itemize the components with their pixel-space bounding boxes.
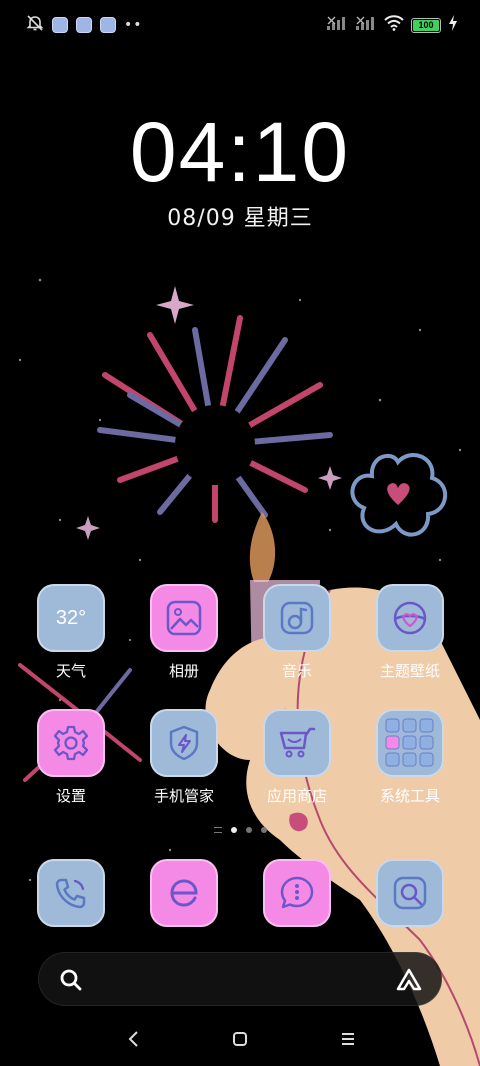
browser-icon[interactable]: [150, 859, 218, 927]
app-label: 设置: [55, 787, 86, 805]
navigation-bar: [0, 1012, 480, 1066]
app-label: 相册: [168, 662, 199, 680]
wifi-icon: [384, 15, 404, 35]
settings-gear-icon[interactable]: [37, 709, 105, 777]
pager-dot-active: [230, 827, 237, 833]
pager-dot: [245, 827, 252, 833]
notification-icon: [100, 17, 116, 33]
battery-icon: 100: [411, 17, 441, 33]
signal-off-icon: [355, 15, 377, 35]
app-themes[interactable]: 主题壁纸: [355, 584, 465, 681]
themes-icon[interactable]: [376, 584, 444, 652]
folder-icon[interactable]: [376, 709, 444, 777]
pager-lines-icon: [213, 827, 222, 833]
gallery-icon[interactable]: [150, 584, 218, 652]
dock-camera[interactable]: [355, 859, 465, 927]
charging-icon: [448, 15, 458, 35]
app-label: 天气: [55, 662, 86, 680]
more-dots-icon: ••: [124, 17, 143, 33]
app-system-tools-folder[interactable]: 系统工具: [355, 709, 465, 806]
pager-dot: [260, 827, 267, 833]
menu-icon[interactable]: [333, 1026, 363, 1052]
music-icon[interactable]: [263, 584, 331, 652]
app-label: 应用商店: [266, 787, 327, 805]
app-label: 系统工具: [379, 787, 440, 805]
app-security[interactable]: 手机管家: [129, 709, 239, 806]
app-gallery[interactable]: 相册: [129, 584, 239, 681]
signal-off-icon: [326, 15, 348, 35]
page-indicator[interactable]: [0, 827, 480, 833]
bell-off-icon: [26, 14, 44, 36]
home-icon[interactable]: [225, 1026, 255, 1052]
app-label: 主题壁纸: [379, 662, 440, 680]
app-store[interactable]: 应用商店: [242, 709, 352, 806]
app-label: 手机管家: [153, 787, 214, 805]
status-bar: •• 100: [0, 0, 480, 50]
camera-icon[interactable]: [376, 859, 444, 927]
dock-phone[interactable]: [16, 859, 126, 927]
assistant-icon[interactable]: [395, 967, 423, 997]
notification-icon: [52, 17, 68, 33]
phone-icon[interactable]: [37, 859, 105, 927]
back-icon[interactable]: [118, 1026, 148, 1052]
security-shield-icon[interactable]: [150, 709, 218, 777]
app-weather[interactable]: 32° 天气: [16, 584, 126, 681]
dock-browser[interactable]: [129, 859, 239, 927]
search-icon[interactable]: [59, 968, 83, 996]
weather-icon[interactable]: 32°: [37, 584, 105, 652]
weather-temperature: 32°: [55, 606, 87, 629]
app-settings[interactable]: 设置: [16, 709, 126, 806]
notification-icon: [76, 17, 92, 33]
messages-icon[interactable]: [263, 859, 331, 927]
app-label: 音乐: [281, 662, 312, 680]
battery-level: 100: [413, 19, 439, 31]
search-bar[interactable]: [38, 952, 442, 1006]
app-store-cart-icon[interactable]: [263, 709, 331, 777]
clock-time[interactable]: 04:10: [0, 104, 480, 201]
clock-date[interactable]: 08/09 星期三: [0, 200, 480, 232]
dock-messages[interactable]: [242, 859, 352, 927]
app-music[interactable]: 音乐: [242, 584, 352, 681]
